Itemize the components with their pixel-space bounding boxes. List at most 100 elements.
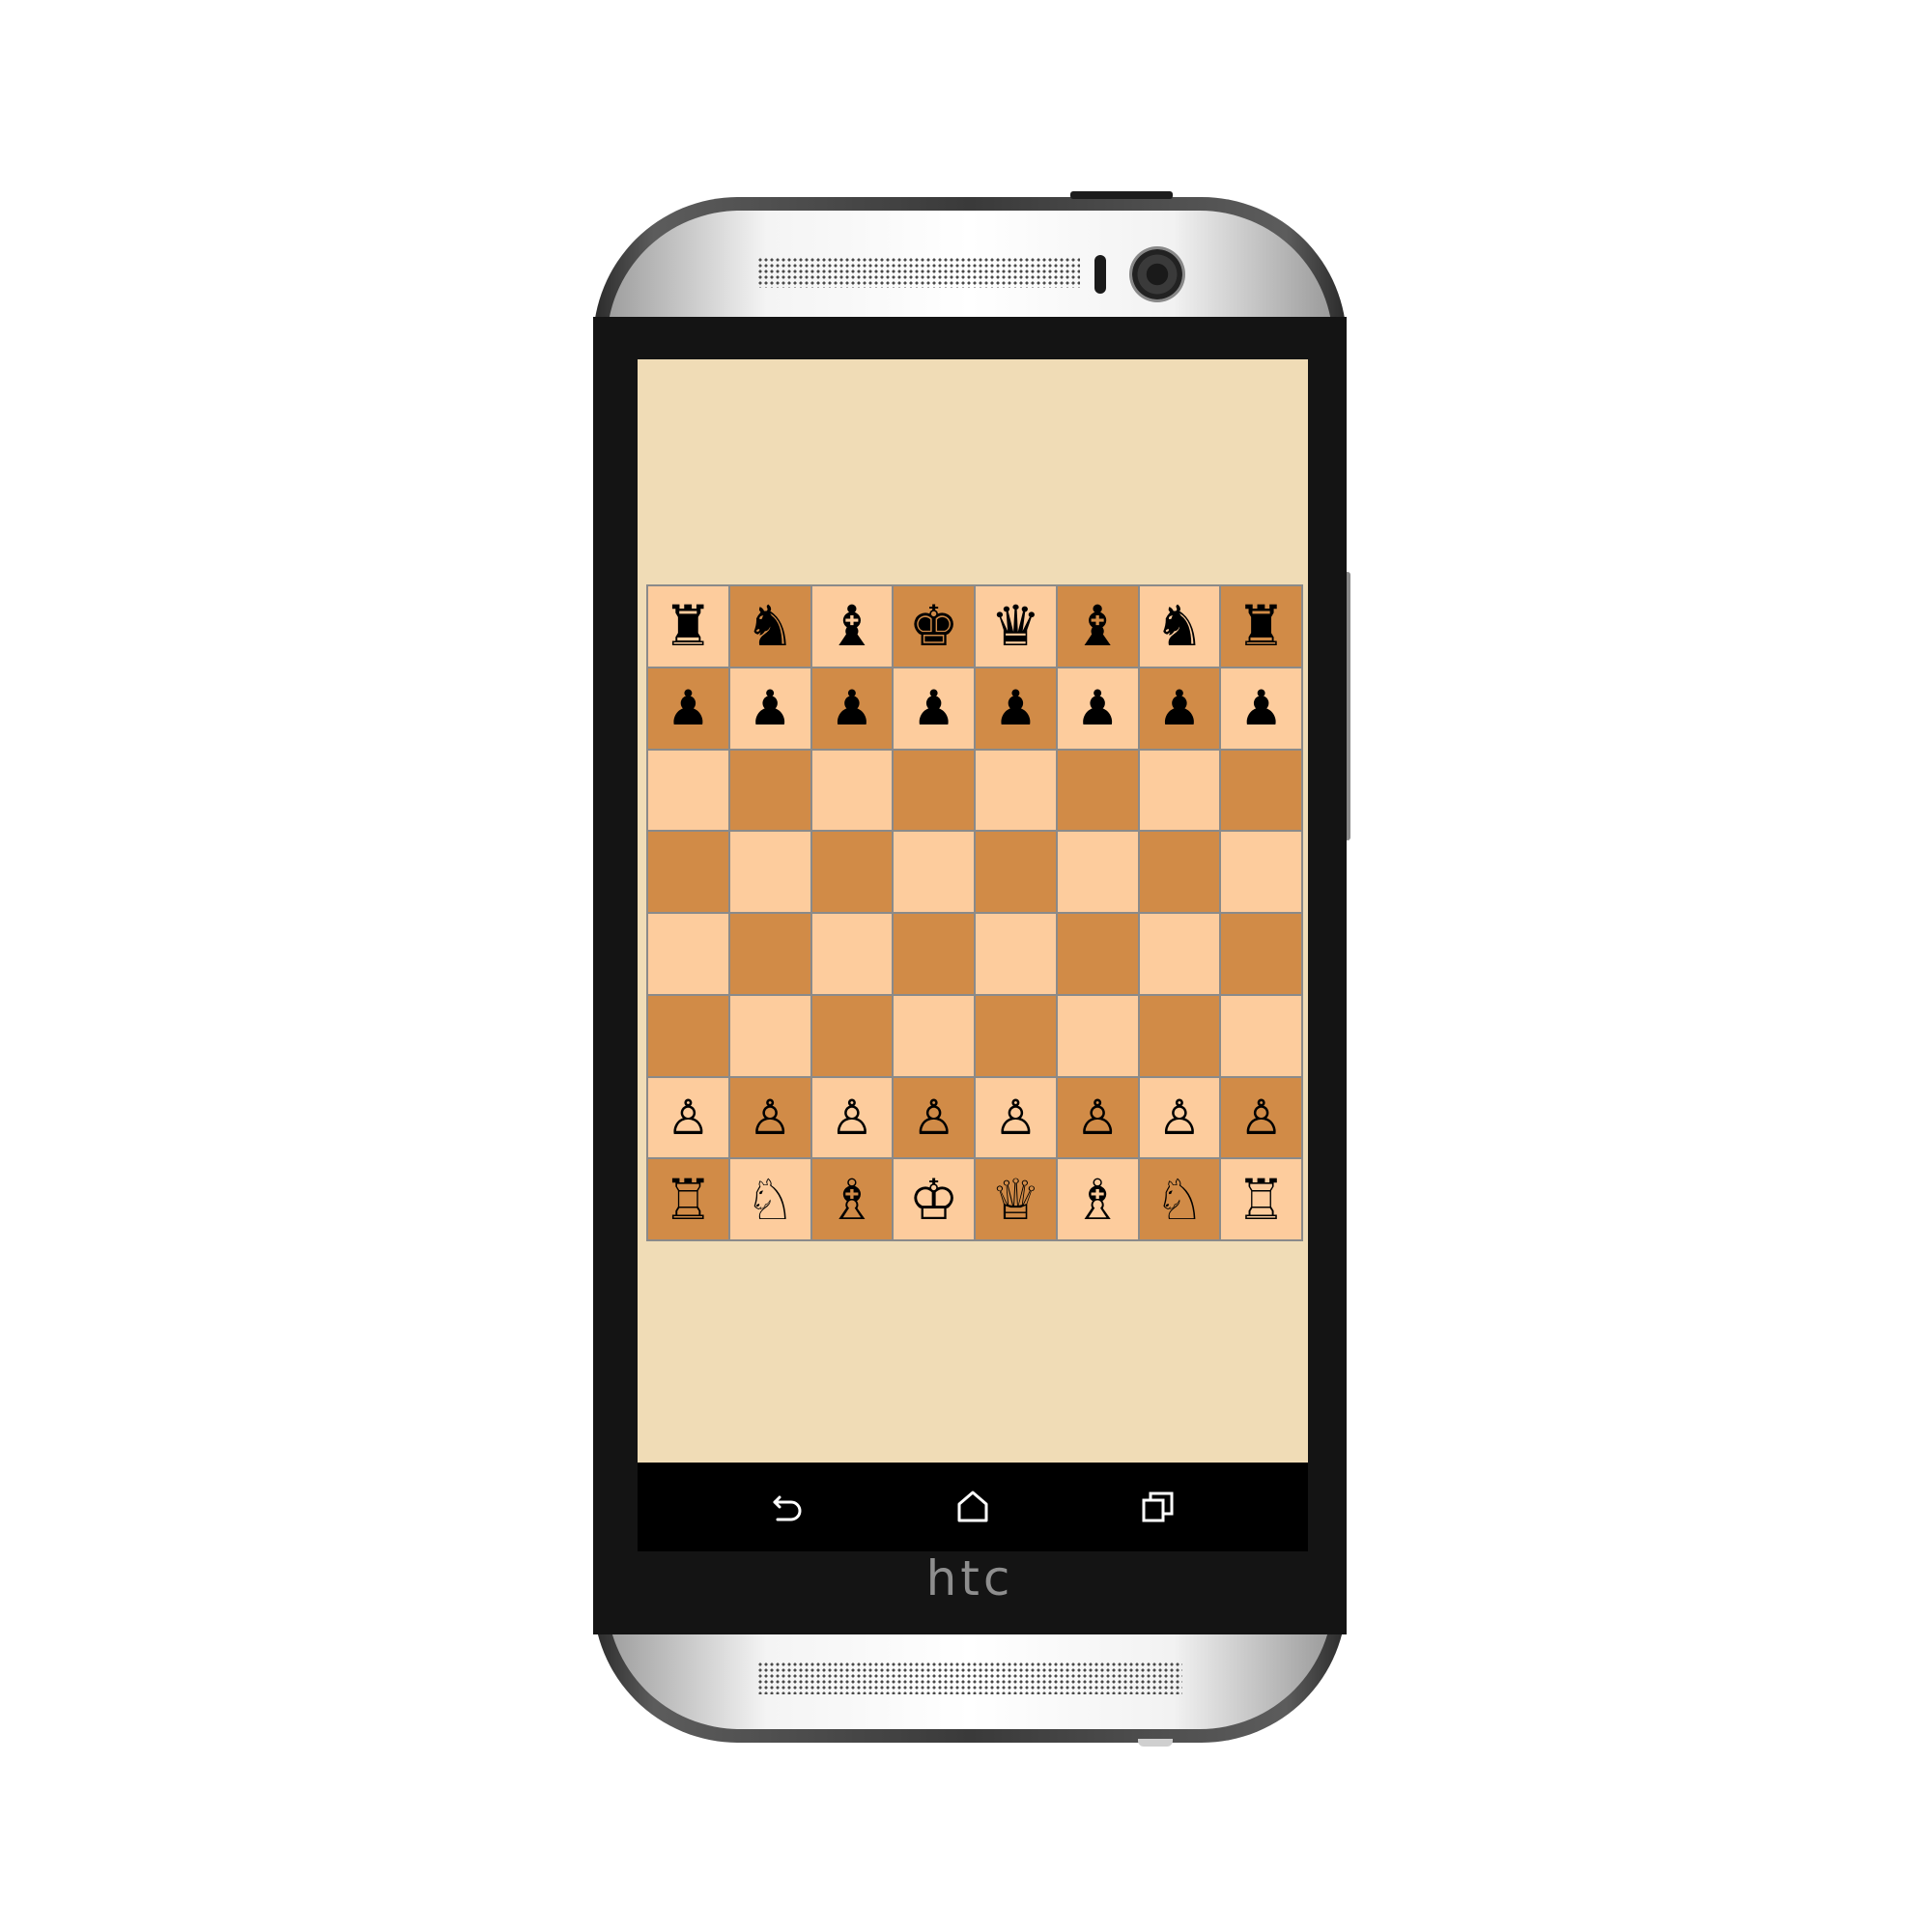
white-rook-piece[interactable]: ♖ — [1236, 1172, 1287, 1228]
black-pawn-piece[interactable]: ♟ — [749, 684, 792, 732]
square-b5[interactable] — [728, 831, 811, 913]
white-bishop-piece[interactable]: ♗ — [1072, 1172, 1122, 1228]
black-pawn-piece[interactable]: ♟ — [667, 684, 710, 732]
square-f1[interactable]: ♗ — [1056, 1158, 1139, 1240]
square-c7[interactable]: ♟ — [810, 667, 894, 750]
white-bishop-piece[interactable]: ♗ — [827, 1172, 877, 1228]
white-pawn-piece[interactable]: ♙ — [994, 1094, 1037, 1142]
square-g1[interactable]: ♘ — [1138, 1158, 1221, 1240]
square-g5[interactable] — [1138, 831, 1221, 913]
square-f5[interactable] — [1056, 831, 1139, 913]
square-h1[interactable]: ♖ — [1220, 1158, 1302, 1240]
square-d8[interactable]: ♚ — [893, 585, 975, 668]
square-e7[interactable]: ♟ — [975, 667, 1057, 750]
square-a2[interactable]: ♙ — [647, 1076, 729, 1159]
white-rook-piece[interactable]: ♖ — [663, 1172, 713, 1228]
square-b1[interactable]: ♘ — [728, 1158, 811, 1240]
square-a3[interactable] — [647, 994, 729, 1077]
square-c3[interactable] — [810, 994, 894, 1077]
square-f3[interactable] — [1056, 994, 1139, 1077]
square-e4[interactable] — [975, 913, 1057, 995]
white-pawn-piece[interactable]: ♙ — [912, 1094, 955, 1142]
square-b7[interactable]: ♟ — [728, 667, 811, 750]
square-a8[interactable]: ♜ — [647, 585, 729, 668]
square-c6[interactable] — [810, 749, 894, 832]
square-f4[interactable] — [1056, 913, 1139, 995]
black-pawn-piece[interactable]: ♟ — [1239, 684, 1283, 732]
square-c4[interactable] — [810, 913, 894, 995]
recents-button[interactable] — [1129, 1478, 1187, 1536]
white-king-piece[interactable]: ♔ — [909, 1172, 959, 1228]
square-b3[interactable] — [728, 994, 811, 1077]
white-pawn-piece[interactable]: ♙ — [1239, 1094, 1283, 1142]
white-pawn-piece[interactable]: ♙ — [1076, 1094, 1120, 1142]
square-e2[interactable]: ♙ — [975, 1076, 1057, 1159]
square-h2[interactable]: ♙ — [1220, 1076, 1302, 1159]
black-pawn-piece[interactable]: ♟ — [830, 684, 873, 732]
square-g2[interactable]: ♙ — [1138, 1076, 1221, 1159]
square-e6[interactable] — [975, 749, 1057, 832]
square-c1[interactable]: ♗ — [810, 1158, 894, 1240]
square-d1[interactable]: ♔ — [893, 1158, 975, 1240]
square-g7[interactable]: ♟ — [1138, 667, 1221, 750]
black-pawn-piece[interactable]: ♟ — [1157, 684, 1201, 732]
square-g4[interactable] — [1138, 913, 1221, 995]
square-f2[interactable]: ♙ — [1056, 1076, 1139, 1159]
back-button[interactable] — [758, 1478, 816, 1536]
square-a5[interactable] — [647, 831, 729, 913]
square-b8[interactable]: ♞ — [728, 585, 811, 668]
black-pawn-piece[interactable]: ♟ — [1076, 684, 1120, 732]
square-e5[interactable] — [975, 831, 1057, 913]
square-h3[interactable] — [1220, 994, 1302, 1077]
white-pawn-piece[interactable]: ♙ — [749, 1094, 792, 1142]
square-h6[interactable] — [1220, 749, 1302, 832]
home-button[interactable] — [944, 1478, 1002, 1536]
white-queen-piece[interactable]: ♕ — [990, 1172, 1040, 1228]
white-pawn-piece[interactable]: ♙ — [667, 1094, 710, 1142]
black-bishop-piece[interactable]: ♝ — [1072, 598, 1122, 654]
square-c2[interactable]: ♙ — [810, 1076, 894, 1159]
white-pawn-piece[interactable]: ♙ — [830, 1094, 873, 1142]
square-b4[interactable] — [728, 913, 811, 995]
square-f6[interactable] — [1056, 749, 1139, 832]
black-queen-piece[interactable]: ♛ — [990, 598, 1040, 654]
square-e1[interactable]: ♕ — [975, 1158, 1057, 1240]
square-c8[interactable]: ♝ — [810, 585, 894, 668]
square-h7[interactable]: ♟ — [1220, 667, 1302, 750]
square-c5[interactable] — [810, 831, 894, 913]
square-h8[interactable]: ♜ — [1220, 585, 1302, 668]
square-f7[interactable]: ♟ — [1056, 667, 1139, 750]
square-f8[interactable]: ♝ — [1056, 585, 1139, 668]
white-knight-piece[interactable]: ♘ — [745, 1172, 795, 1228]
black-rook-piece[interactable]: ♜ — [1236, 598, 1287, 654]
square-a1[interactable]: ♖ — [647, 1158, 729, 1240]
square-d7[interactable]: ♟ — [893, 667, 975, 750]
square-d6[interactable] — [893, 749, 975, 832]
black-knight-piece[interactable]: ♞ — [1154, 598, 1205, 654]
black-bishop-piece[interactable]: ♝ — [827, 598, 877, 654]
white-knight-piece[interactable]: ♘ — [1154, 1172, 1205, 1228]
square-g8[interactable]: ♞ — [1138, 585, 1221, 668]
square-d3[interactable] — [893, 994, 975, 1077]
black-king-piece[interactable]: ♚ — [909, 598, 959, 654]
square-e8[interactable]: ♛ — [975, 585, 1057, 668]
black-knight-piece[interactable]: ♞ — [745, 598, 795, 654]
black-rook-piece[interactable]: ♜ — [663, 598, 713, 654]
white-pawn-piece[interactable]: ♙ — [1157, 1094, 1201, 1142]
square-b2[interactable]: ♙ — [728, 1076, 811, 1159]
square-a4[interactable] — [647, 913, 729, 995]
square-a6[interactable] — [647, 749, 729, 832]
square-e3[interactable] — [975, 994, 1057, 1077]
square-b6[interactable] — [728, 749, 811, 832]
square-g3[interactable] — [1138, 994, 1221, 1077]
front-camera — [1132, 249, 1182, 299]
square-d5[interactable] — [893, 831, 975, 913]
square-h4[interactable] — [1220, 913, 1302, 995]
square-h5[interactable] — [1220, 831, 1302, 913]
square-d4[interactable] — [893, 913, 975, 995]
square-a7[interactable]: ♟ — [647, 667, 729, 750]
square-g6[interactable] — [1138, 749, 1221, 832]
black-pawn-piece[interactable]: ♟ — [994, 684, 1037, 732]
black-pawn-piece[interactable]: ♟ — [912, 684, 955, 732]
square-d2[interactable]: ♙ — [893, 1076, 975, 1159]
